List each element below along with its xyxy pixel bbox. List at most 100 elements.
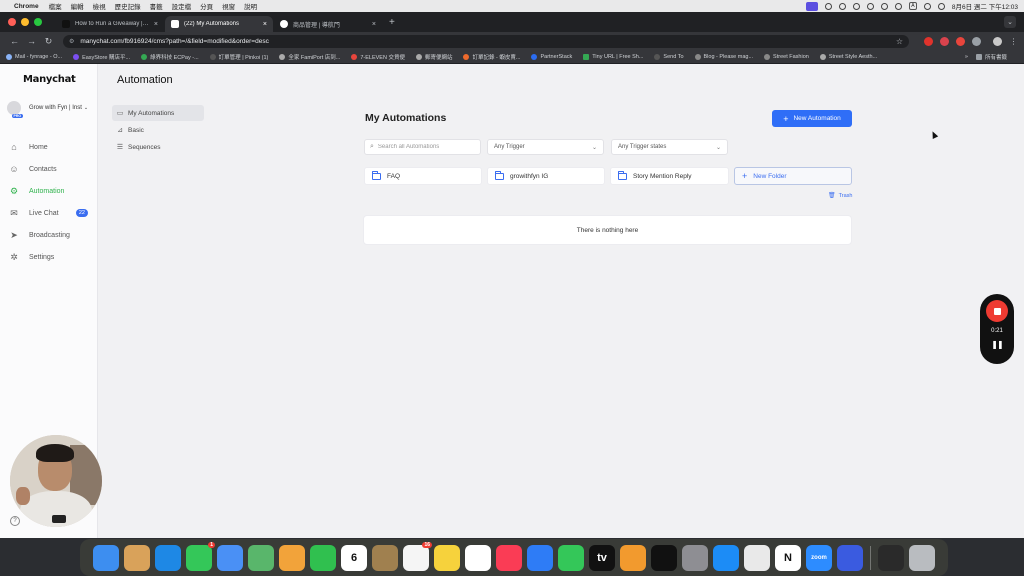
bookmark-item[interactable]: EasyStore 購店平...: [73, 53, 130, 61]
dock-app-store-icon[interactable]: [713, 544, 739, 571]
dock-launchpad-icon[interactable]: [124, 544, 150, 571]
pause-recording-button[interactable]: ❚❚: [991, 340, 1003, 349]
trigger-state-filter-select[interactable]: Any Trigger states ⌄: [611, 139, 728, 155]
dock-finder-icon[interactable]: [93, 544, 119, 571]
new-folder-button[interactable]: + New Folder: [734, 167, 852, 185]
sidebar-item-automation[interactable]: ⚙ Automation: [9, 180, 95, 202]
tab-search-icon[interactable]: ⌄: [1004, 16, 1016, 28]
reload-icon[interactable]: ↻: [40, 36, 57, 47]
zoom-window-icon[interactable]: [34, 18, 42, 26]
address-bar[interactable]: ⚙ manychat.com/fb916924/cms?path=/&field…: [63, 34, 909, 48]
dock-safari-icon[interactable]: [155, 544, 181, 571]
battery-icon[interactable]: [866, 2, 874, 10]
menubar-item-view[interactable]: 檢視: [93, 1, 106, 11]
dock-perplexity-icon[interactable]: [837, 544, 863, 571]
bookmark-item[interactable]: 郵寄便網站: [415, 53, 452, 61]
spotlight-icon[interactable]: [923, 2, 931, 10]
search-field[interactable]: ⌕: [364, 139, 481, 155]
bookmark-item[interactable]: 7-ELEVEN 交貨便: [351, 53, 405, 61]
close-window-icon[interactable]: [8, 18, 16, 26]
url-text[interactable]: manychat.com/fb916924/cms?path=/&field=m…: [80, 38, 268, 45]
menubar-item-file[interactable]: 檔案: [49, 1, 62, 11]
back-icon[interactable]: ←: [6, 36, 23, 46]
stop-recording-button[interactable]: [986, 300, 1008, 322]
trigger-filter-select[interactable]: Any Trigger ⌄: [487, 139, 604, 155]
close-tab-icon[interactable]: ×: [154, 21, 158, 28]
dock-facetime-icon[interactable]: [310, 544, 336, 571]
menubar-item-tab[interactable]: 分頁: [200, 1, 213, 11]
close-tab-icon[interactable]: ×: [372, 21, 376, 28]
bookmark-item[interactable]: 全家 FamiPort 店到...: [279, 53, 340, 61]
menubar-app-name[interactable]: Chrome: [14, 3, 39, 10]
control-center-icon[interactable]: [937, 2, 945, 10]
dock-pages-icon[interactable]: [620, 544, 646, 571]
bookmark-item[interactable]: 訂單記錄 - 蝦皮賣...: [463, 53, 520, 61]
folder-card[interactable]: FAQ: [364, 167, 482, 185]
dock-zoom-icon[interactable]: zoom: [806, 544, 832, 571]
bookmark-item[interactable]: Street Fashion: [764, 53, 809, 60]
bookmark-item[interactable]: PartnerStack: [531, 53, 572, 60]
menubar-item-window[interactable]: 視窗: [222, 1, 235, 11]
dock-numbers-icon[interactable]: [558, 544, 584, 571]
bookmark-item[interactable]: Send To: [654, 53, 684, 60]
dock-mail-icon[interactable]: [217, 544, 243, 571]
extension-icon[interactable]: [956, 36, 965, 46]
subnav-item-my-automations[interactable]: ▭ My Automations: [112, 105, 204, 121]
dock-music-icon[interactable]: [496, 544, 522, 571]
sidebar-item-home[interactable]: ⌂ Home: [9, 136, 95, 158]
wifi-icon[interactable]: [880, 2, 888, 10]
dock-keynote-icon[interactable]: [527, 544, 553, 571]
bookmark-item[interactable]: Mail - fynrage - O...: [6, 53, 62, 60]
subnav-item-sequences[interactable]: ☰ Sequences: [112, 139, 204, 155]
menubar-item-bookmarks[interactable]: 書籤: [150, 1, 163, 11]
forward-icon[interactable]: →: [23, 36, 40, 46]
dock-photos-icon[interactable]: [279, 544, 305, 571]
site-info-icon[interactable]: ⚙: [69, 38, 74, 45]
folder-card[interactable]: Story Mention Reply: [610, 167, 729, 185]
sync-icon[interactable]: [838, 2, 846, 10]
dock-notion-icon[interactable]: N: [775, 544, 801, 571]
bookmark-item[interactable]: Street Style Aesth...: [819, 53, 877, 60]
menubar-item-history[interactable]: 歷史記錄: [115, 1, 141, 11]
menubar-item-edit[interactable]: 編輯: [71, 1, 84, 11]
dock-chrome-icon[interactable]: [744, 544, 770, 571]
sidebar-item-broadcasting[interactable]: ➤ Broadcasting: [9, 224, 95, 246]
bookmark-star-icon[interactable]: ☆: [896, 37, 903, 46]
browser-tab[interactable]: 商品管理 | 導航門 ×: [274, 16, 382, 32]
menubar-item-help[interactable]: 說明: [244, 1, 257, 11]
bookmark-item[interactable]: Tiny URL | Free Sh...: [583, 53, 643, 60]
search-input[interactable]: [377, 144, 473, 150]
dock-system-settings-icon[interactable]: [682, 544, 708, 571]
bookmark-item[interactable]: 訂單管理 | Pinkoi (1): [209, 53, 268, 61]
sidebar-item-live-chat[interactable]: ✉ Live Chat 22: [9, 202, 95, 224]
minimize-window-icon[interactable]: [21, 18, 29, 26]
browser-tab[interactable]: How to Run a Giveaway | Mo ×: [56, 16, 164, 32]
dock-messages-icon[interactable]: 1: [186, 541, 215, 571]
airplay-icon[interactable]: [894, 2, 902, 10]
menubar-item-profiles[interactable]: 設定檔: [172, 1, 192, 11]
browser-tab-active[interactable]: (22) My Automations ×: [165, 16, 273, 32]
profile-avatar[interactable]: [993, 36, 1002, 46]
new-automation-button[interactable]: + New Automation: [772, 110, 852, 127]
extensions-puzzle-icon[interactable]: [972, 36, 981, 46]
bookmark-item[interactable]: Blog - Please mag...: [694, 53, 753, 60]
folder-card[interactable]: growithfyn IG: [487, 167, 605, 185]
dock-notes-icon[interactable]: [434, 544, 460, 571]
bookmark-item[interactable]: 綠界科技 ECPay -...: [141, 53, 199, 61]
browser-menu-icon[interactable]: ⋮: [1009, 37, 1018, 46]
sidebar-item-settings[interactable]: ✲ Settings: [9, 246, 95, 268]
dock-calendar-icon[interactable]: 6: [341, 544, 367, 571]
extension-icon[interactable]: [940, 36, 949, 46]
all-bookmarks-folder[interactable]: 所有書籤: [975, 53, 1007, 61]
dock-trash-icon[interactable]: [909, 544, 935, 571]
play-icon[interactable]: [852, 2, 860, 10]
dock-reminders-icon[interactable]: 16: [403, 541, 432, 571]
dock-capcut-icon[interactable]: [651, 544, 677, 571]
close-tab-icon[interactable]: ×: [263, 21, 267, 28]
dock-maps-icon[interactable]: [248, 544, 274, 571]
screen-record-icon[interactable]: [805, 1, 818, 11]
dock-tv-icon[interactable]: tv: [589, 544, 615, 571]
dock-freeform-icon[interactable]: [465, 544, 491, 571]
subnav-item-basic[interactable]: ⊿ Basic: [112, 122, 204, 138]
webcam-overlay[interactable]: [10, 435, 102, 527]
